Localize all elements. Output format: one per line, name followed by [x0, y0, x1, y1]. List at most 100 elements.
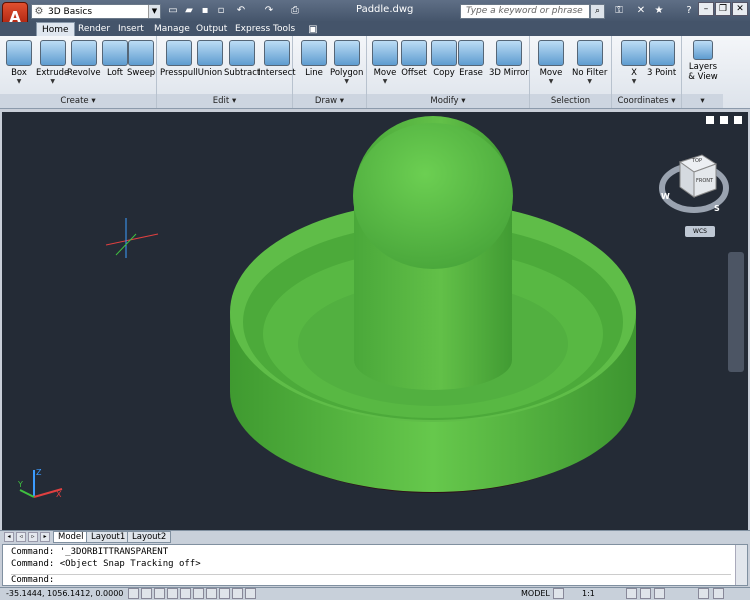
copy-button[interactable]: Copy	[431, 40, 457, 78]
edit-title: Edit	[212, 96, 230, 106]
viewport-close-icon[interactable]	[734, 116, 742, 124]
intersect-button[interactable]: Intersect	[258, 40, 296, 78]
save-icon[interactable]: ▪	[198, 4, 212, 18]
tab-home[interactable]: Home	[36, 22, 75, 37]
communication-center-icon[interactable]: ✕	[634, 4, 648, 18]
next-layout-icon[interactable]: ▹	[28, 532, 38, 542]
clean-screen-icon[interactable]	[713, 588, 724, 599]
loft-button[interactable]: Loft	[102, 40, 128, 78]
dynamic-ucs-icon[interactable]	[219, 588, 230, 599]
tab-insert[interactable]: Insert	[113, 22, 149, 37]
snap-mode-icon[interactable]	[128, 588, 139, 599]
selection-title: Selection	[550, 96, 591, 106]
model-space-toggle[interactable]: MODEL	[521, 588, 550, 599]
command-scrollbar[interactable]	[735, 545, 747, 585]
subtract-button[interactable]: Subtract	[224, 40, 260, 78]
save-as-icon[interactable]: ▫	[214, 4, 228, 18]
presspull-icon	[165, 40, 192, 66]
last-layout-icon[interactable]: ▸	[40, 532, 50, 542]
ortho-mode-icon[interactable]	[154, 588, 165, 599]
close-icon[interactable]: ✕	[732, 2, 748, 16]
layers-view-label: Layers & View	[688, 62, 718, 82]
viewport-minimize-icon[interactable]	[706, 116, 714, 124]
ucs-x-button[interactable]: X ▼	[621, 40, 647, 85]
annotation-scale[interactable]: 1:1	[582, 588, 595, 599]
panel-title-edit[interactable]: Edit ▾	[157, 94, 292, 108]
prev-layout-icon[interactable]: ◃	[16, 532, 26, 542]
panel-title-modify[interactable]: Modify ▾	[367, 94, 529, 108]
no-filter-button[interactable]: No Filter ▼	[572, 40, 607, 85]
tab-render[interactable]: Render	[73, 22, 115, 37]
subscription-center-icon[interactable]: ⚿	[612, 4, 626, 18]
offset-button[interactable]: Offset	[401, 40, 427, 78]
open-file-icon[interactable]: ▰	[182, 4, 196, 18]
undo-icon[interactable]: ↶	[234, 4, 248, 18]
redo-icon[interactable]: ↷	[262, 4, 276, 18]
chevron-down-icon[interactable]: ▼	[148, 5, 160, 18]
search-input[interactable]: Type a keyword or phrase	[460, 4, 590, 19]
presspull-button[interactable]: Presspull	[160, 40, 198, 78]
panel-title-draw[interactable]: Draw ▾	[293, 94, 366, 108]
tab-output[interactable]: Output	[191, 22, 232, 37]
minimize-icon[interactable]: –	[698, 2, 714, 16]
panel-title-layers[interactable]: ▾	[682, 94, 723, 108]
restore-icon[interactable]: ❐	[715, 2, 731, 16]
object-snap-icon[interactable]	[180, 588, 191, 599]
union-button[interactable]: Union	[197, 40, 223, 78]
sweep-button[interactable]: Sweep	[127, 40, 155, 78]
tab-express-tools[interactable]: Express Tools	[230, 22, 300, 37]
ribbon: Box ▼ Extrude ▼ Revolve Loft Sweep Create …	[0, 36, 750, 109]
box-button[interactable]: Box ▼	[6, 40, 32, 85]
polar-tracking-icon[interactable]	[167, 588, 178, 599]
revolve-icon	[70, 40, 97, 66]
new-file-icon[interactable]: ▭	[166, 4, 180, 18]
grid-display-icon[interactable]	[141, 588, 152, 599]
polygon-button[interactable]: Polygon ▼	[330, 40, 363, 85]
svg-text:X: X	[56, 490, 62, 499]
annotation-visibility-icon[interactable]	[626, 588, 637, 599]
coordinate-readout[interactable]: -35.1444, 1056.1412, 0.0000	[6, 587, 123, 600]
search-icon[interactable]: ⌕	[590, 4, 605, 19]
first-layout-icon[interactable]: ◂	[4, 532, 14, 542]
erase-button[interactable]: Erase	[458, 40, 484, 78]
workspace-dropdown[interactable]: ⚙ 3D Basics ▼	[31, 4, 161, 19]
ribbon-options-icon[interactable]: ▣	[306, 23, 320, 37]
plot-icon[interactable]: ⎙	[288, 4, 302, 18]
command-input[interactable]: Command:	[11, 574, 731, 585]
object-snap-tracking-icon[interactable]	[206, 588, 217, 599]
help-icon[interactable]: ?	[682, 4, 696, 18]
tab-model[interactable]: Model	[53, 531, 89, 543]
extrude-button[interactable]: Extrude ▼	[36, 40, 69, 85]
favorites-icon[interactable]: ★	[652, 4, 666, 18]
lineweight-icon[interactable]	[245, 588, 256, 599]
workspace-switching-icon[interactable]	[640, 588, 651, 599]
navigation-bar[interactable]	[728, 252, 744, 372]
move-button[interactable]: Move ▼	[372, 40, 398, 85]
gizmo-move-button[interactable]: Move ▼	[538, 40, 564, 85]
3d-object-snap-icon[interactable]	[193, 588, 204, 599]
3d-mirror-button[interactable]: 3D Mirror	[489, 40, 529, 78]
command-prompt: Command:	[11, 575, 55, 585]
tab-layout2[interactable]: Layout2	[127, 531, 172, 543]
window-controls: – ❐ ✕	[698, 2, 748, 16]
3d-mirror-icon	[495, 40, 522, 66]
intersect-icon	[263, 40, 290, 66]
wcs-menu[interactable]: WCS	[685, 226, 715, 237]
tab-layout1[interactable]: Layout1	[86, 531, 131, 543]
lock-icon[interactable]	[654, 588, 665, 599]
coordinates-title: Coordinates	[617, 96, 669, 106]
panel-title-create[interactable]: Create ▾	[0, 94, 156, 108]
ucs-3-point-button[interactable]: 3 Point	[647, 40, 676, 78]
drawing-viewport[interactable]: Z X Y TOP FRONT W S WCS	[2, 112, 748, 530]
tab-manage[interactable]: Manage	[149, 22, 195, 37]
revolve-button[interactable]: Revolve	[67, 40, 101, 78]
panel-title-coordinates[interactable]: Coordinates ▾	[612, 94, 681, 108]
viewport-restore-icon[interactable]	[720, 116, 728, 124]
viewport-controls	[706, 116, 742, 124]
quick-view-layouts-icon[interactable]	[553, 588, 564, 599]
isolate-objects-icon[interactable]	[698, 588, 709, 599]
layers-view-button[interactable]: Layers & View	[686, 40, 720, 82]
line-button[interactable]: Line	[301, 40, 327, 78]
dynamic-input-icon[interactable]	[232, 588, 243, 599]
panel-layers-view: Layers & View ▾	[682, 36, 723, 108]
